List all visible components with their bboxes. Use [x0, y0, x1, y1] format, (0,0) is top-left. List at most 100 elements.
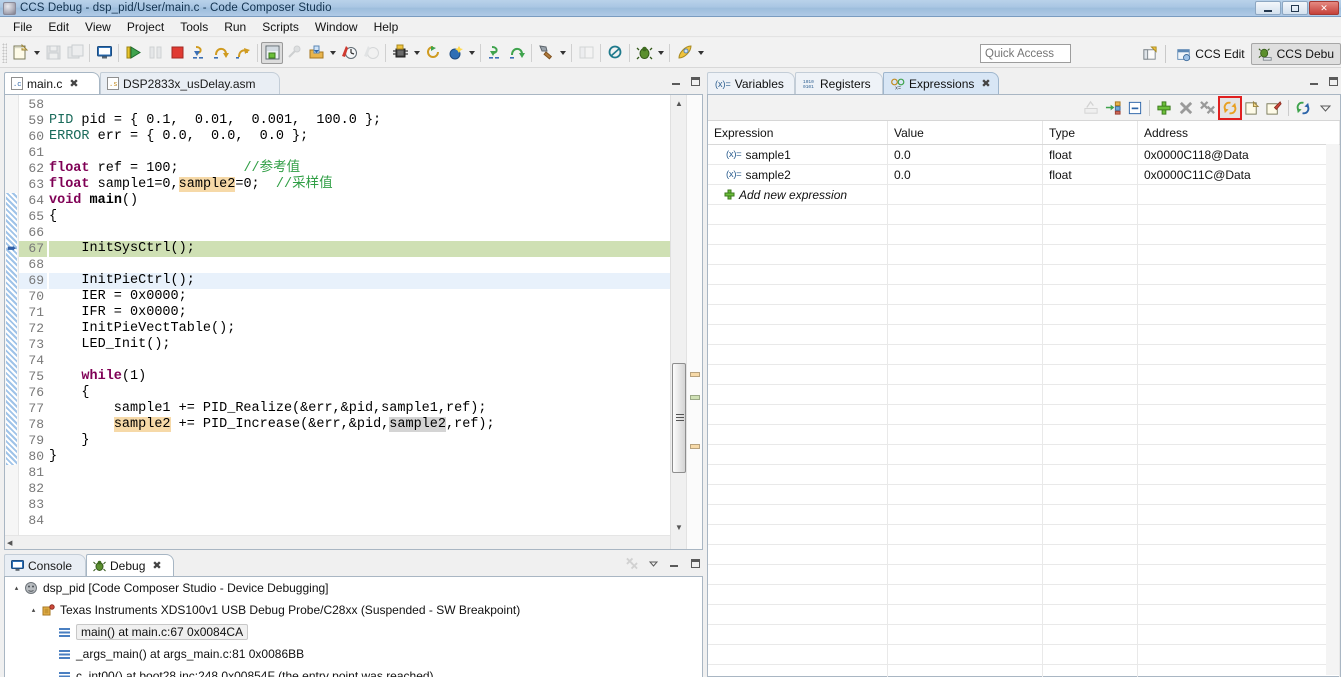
code-line[interactable]: InitSysCtrl(); [49, 241, 670, 257]
code-line[interactable]: float sample1=0,sample2=0; //采样值 [49, 177, 670, 193]
add-new-expression-icon[interactable] [1153, 97, 1175, 119]
code-line[interactable]: LED_Init(); [49, 337, 670, 353]
step-over-asm-icon[interactable] [506, 42, 528, 64]
editor-tab-usdelay-asm[interactable]: .s DSP2833x_usDelay.asm [100, 72, 280, 94]
debug-maximize-icon[interactable] [689, 557, 701, 569]
empty-row[interactable] [708, 325, 1340, 345]
menu-file[interactable]: File [5, 18, 40, 36]
menu-run[interactable]: Run [216, 18, 254, 36]
editor-maximize-icon[interactable] [689, 75, 701, 87]
code-line[interactable]: float ref = 100; //参考值 [49, 161, 670, 177]
empty-row[interactable] [708, 665, 1340, 677]
tab-console[interactable]: Console [4, 554, 86, 576]
menu-scripts[interactable]: Scripts [254, 18, 307, 36]
empty-row[interactable] [708, 645, 1340, 665]
code-line[interactable] [49, 257, 670, 273]
expression-value-cell[interactable]: 0.0 [888, 165, 1043, 184]
code-line[interactable]: } [49, 449, 670, 465]
perspective-ccs-debug[interactable]: CCS Debu [1250, 43, 1341, 65]
code-line[interactable]: void main() [49, 193, 670, 209]
add-new-expression-cell[interactable]: Add new expression [708, 185, 888, 204]
view-menu-icon[interactable] [647, 557, 659, 569]
scroll-down-arrow-icon[interactable]: ▼ [671, 519, 687, 535]
suspend-icon[interactable] [144, 42, 166, 64]
open-perspective-icon[interactable] [575, 42, 597, 64]
column-header-type[interactable]: Type [1043, 121, 1138, 144]
code-line[interactable]: while(1) [49, 369, 670, 385]
code-line[interactable]: InitPieCtrl(); [49, 273, 670, 289]
occurrence-mark[interactable] [690, 444, 700, 449]
code-line[interactable]: ERROR err = { 0.0, 0.0, 0.0 }; [49, 129, 670, 145]
code-line[interactable]: IFR = 0x0000; [49, 305, 670, 321]
editor-overview-ruler[interactable] [686, 95, 702, 549]
menu-window[interactable]: Window [307, 18, 366, 36]
toolbar-grip[interactable] [2, 42, 7, 63]
search-icon[interactable] [604, 42, 626, 64]
tab-expressions[interactable]: x= Expressions ✖ [883, 72, 999, 94]
occurrence-mark[interactable] [690, 372, 700, 377]
remove-all-icon[interactable] [1197, 97, 1219, 119]
empty-row[interactable] [708, 285, 1340, 305]
step-return-icon[interactable] [232, 42, 254, 64]
code-line[interactable] [49, 465, 670, 481]
empty-row[interactable] [708, 425, 1340, 445]
empty-row[interactable] [708, 585, 1340, 605]
new-file-icon[interactable] [9, 42, 31, 64]
new-target-dropdown[interactable] [411, 42, 422, 64]
empty-row[interactable] [708, 405, 1340, 425]
new-target-config-icon[interactable] [389, 42, 411, 64]
editor-source-text[interactable]: PID pid = { 0.1, 0.01, 0.001, 100.0 }; ER… [49, 95, 670, 549]
menu-project[interactable]: Project [119, 18, 172, 36]
restart-icon[interactable] [422, 42, 444, 64]
build-dropdown[interactable] [557, 42, 568, 64]
terminate-icon[interactable] [166, 42, 188, 64]
open-perspective-button[interactable] [1139, 43, 1161, 65]
tab-expressions-close-icon[interactable]: ✖ [981, 77, 990, 90]
empty-row[interactable] [708, 505, 1340, 525]
column-header-value[interactable]: Value [888, 121, 1043, 144]
editor-minimize-icon[interactable] [670, 75, 682, 87]
load-program-icon[interactable] [261, 41, 283, 64]
debug-tree-node[interactable]: _args_main() at args_main.c:81 0x0086BB [5, 643, 702, 665]
expressions-table-body[interactable]: (x)= sample1 0.0 float 0x0000C118@Data (x)= sa… [708, 145, 1340, 677]
empty-row[interactable] [708, 465, 1340, 485]
empty-row[interactable] [708, 605, 1340, 625]
maximize-button[interactable] [1282, 1, 1308, 15]
refresh-icon[interactable] [1292, 97, 1314, 119]
resume-icon[interactable] [122, 42, 144, 64]
code-line[interactable]: PID pid = { 0.1, 0.01, 0.001, 100.0 }; [49, 113, 670, 129]
expression-row[interactable]: (x)= sample1 0.0 float 0x0000C118@Data [708, 145, 1340, 165]
view-menu-icon[interactable] [1314, 97, 1336, 119]
close-button[interactable]: ✕ [1309, 1, 1339, 15]
editor-vscrollbar[interactable]: ▲ ▼ [670, 95, 686, 549]
editor-hscrollbar[interactable]: ◀ [5, 535, 670, 549]
code-line[interactable] [49, 481, 670, 497]
code-line[interactable] [49, 97, 670, 113]
menu-tools[interactable]: Tools [172, 18, 216, 36]
debug-tree-node[interactable]: ▴ Texas Instruments XDS100v1 USB Debug Pr… [5, 599, 702, 621]
debug-tree-node[interactable]: ▴ dsp_pid [Code Composer Studio - Device … [5, 577, 702, 599]
expression-row[interactable]: (x)= sample2 0.0 float 0x0000C11C@Data [708, 165, 1340, 185]
code-line[interactable]: IER = 0x0000; [49, 289, 670, 305]
code-line[interactable] [49, 513, 670, 529]
expressions-vscrollbar[interactable] [1326, 144, 1339, 675]
expand-twisty-icon[interactable]: ▴ [28, 605, 39, 616]
code-line[interactable] [49, 353, 670, 369]
empty-row[interactable] [708, 365, 1340, 385]
code-line[interactable]: sample1 += PID_Realize(&err,&pid,sample1… [49, 401, 670, 417]
editor-tab-main-c[interactable]: .c main.c ✖ [4, 72, 100, 94]
column-header-address[interactable]: Address [1138, 121, 1340, 144]
debug-dropdown[interactable] [655, 42, 666, 64]
code-line[interactable] [49, 145, 670, 161]
code-line[interactable]: sample2 += PID_Increase(&err,&pid,sample… [49, 417, 670, 433]
empty-row[interactable] [708, 625, 1340, 645]
tab-variables[interactable]: (x)= Variables [707, 72, 795, 94]
run-launch-icon[interactable] [673, 42, 695, 64]
debug-minimize-icon[interactable] [668, 557, 680, 569]
run-launch-dropdown[interactable] [695, 42, 706, 64]
menu-help[interactable]: Help [366, 18, 407, 36]
debug-icon[interactable] [633, 42, 655, 64]
new-file-dropdown[interactable] [31, 42, 42, 64]
minimize-button[interactable] [1255, 1, 1281, 15]
remove-all-terminated-icon[interactable] [626, 557, 638, 569]
